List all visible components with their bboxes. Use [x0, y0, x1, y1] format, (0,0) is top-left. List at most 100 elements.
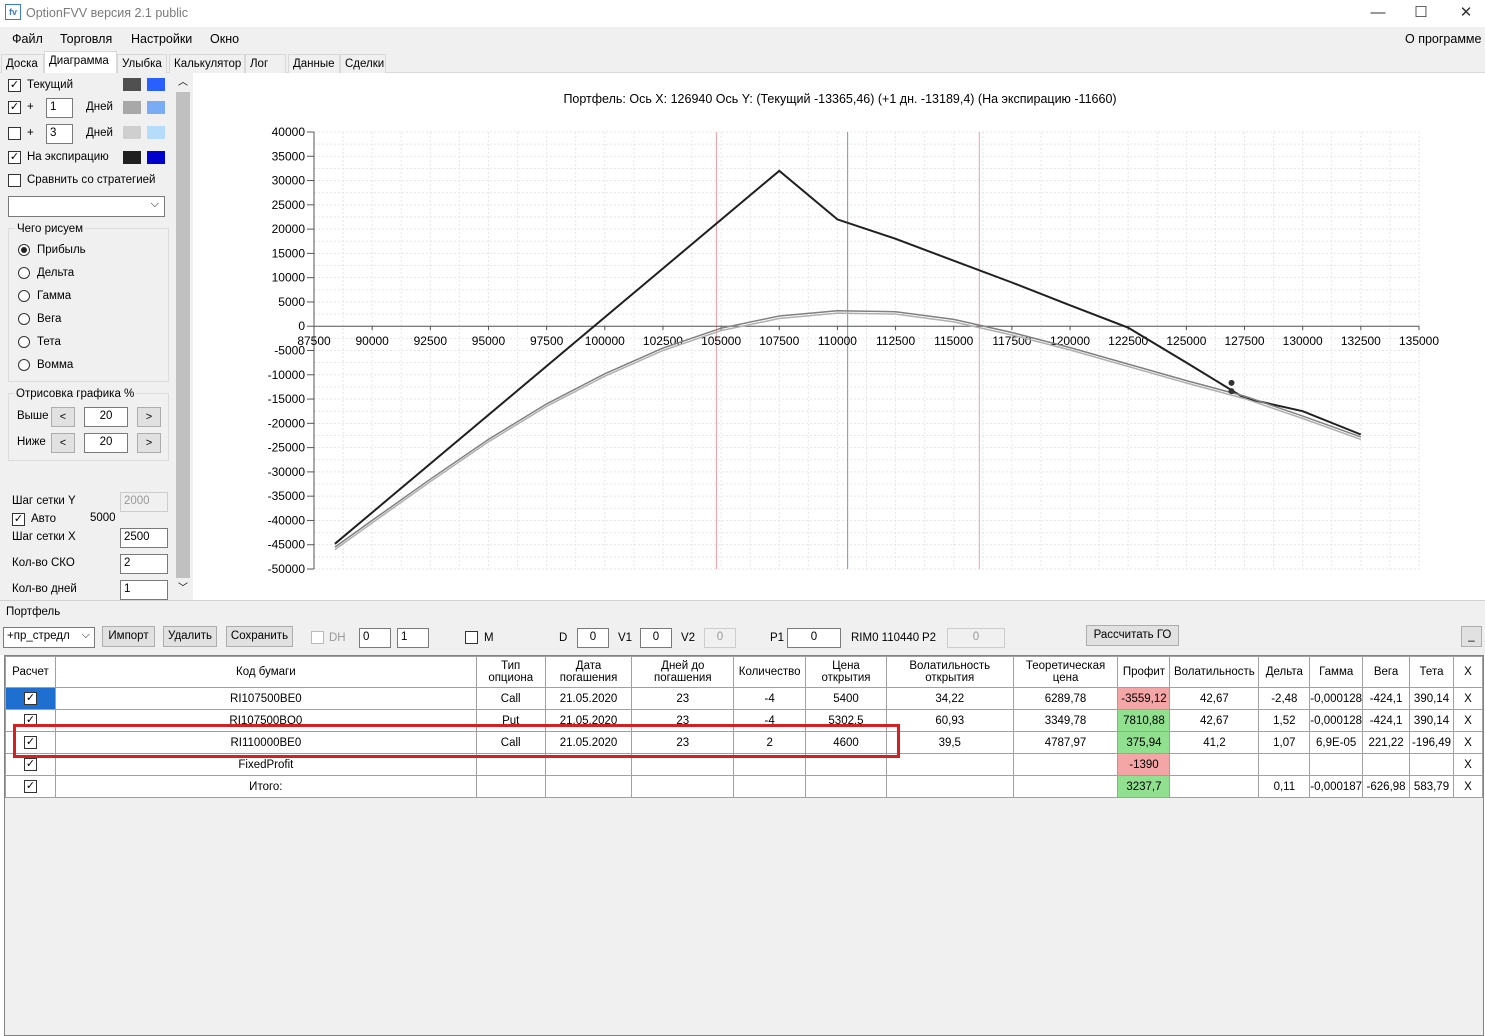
menu-file[interactable]: Файл: [12, 32, 43, 46]
strategy-compare-dropdown[interactable]: ⌵: [8, 196, 165, 217]
tab-diagram[interactable]: Диаграмма: [44, 51, 117, 74]
days-count-input[interactable]: 1: [120, 580, 168, 600]
sko-input[interactable]: 2: [120, 554, 168, 574]
calc-checkbox-cell[interactable]: ✓: [5, 753, 56, 776]
radio-gamma[interactable]: [18, 290, 30, 302]
expiry-alt-color-swatch[interactable]: [147, 151, 165, 164]
column-header[interactable]: Цена открытия: [805, 656, 887, 688]
current-alt-color-swatch[interactable]: [147, 78, 165, 91]
remove-row-button[interactable]: X: [1453, 687, 1483, 710]
table-row[interactable]: ✓ FixedProfit -1390 X: [5, 753, 1483, 776]
menu-about[interactable]: О программе: [1405, 32, 1481, 46]
tab-calculator[interactable]: Калькулятор: [169, 54, 245, 73]
p1-input[interactable]: 0: [787, 628, 841, 648]
tab-log[interactable]: Лог: [245, 54, 286, 73]
column-header[interactable]: Дельта: [1258, 656, 1311, 688]
tab-board[interactable]: Доска: [1, 54, 44, 73]
column-header[interactable]: Количество: [733, 656, 807, 688]
calc-checkbox-cell[interactable]: ✓: [5, 709, 56, 732]
dh-spinner-a[interactable]: 0: [359, 628, 391, 648]
plus3-color-swatch[interactable]: [123, 126, 141, 139]
calc-checkbox[interactable]: ✓: [23, 758, 37, 771]
above-input[interactable]: 20: [84, 407, 128, 427]
radio-profit[interactable]: [18, 244, 30, 256]
plus1-color-swatch[interactable]: [123, 101, 141, 114]
expiry-color-swatch[interactable]: [123, 151, 141, 164]
table-row[interactable]: ✓ RI107500BE0 Call 21.05.2020 23 -4 5400 34,22 6…: [5, 687, 1483, 710]
auto-checkbox[interactable]: ✓: [12, 513, 25, 526]
minimize-button[interactable]: —: [1355, 0, 1401, 27]
plus1-checkbox[interactable]: ✓: [8, 101, 21, 114]
above-decrease-button[interactable]: <: [51, 407, 75, 427]
strategy-dropdown[interactable]: +пр_стредл ⌵: [3, 627, 95, 648]
scroll-up-arrow-icon[interactable]: ︿: [175, 75, 191, 91]
menu-trading[interactable]: Торговля: [60, 32, 112, 46]
maximize-button[interactable]: ☐: [1398, 0, 1444, 27]
calc-checkbox-cell[interactable]: ✓: [5, 687, 56, 710]
tab-deals[interactable]: Сделки: [340, 54, 386, 73]
plus1-alt-color-swatch[interactable]: [147, 101, 165, 114]
compare-checkbox[interactable]: [8, 174, 21, 187]
radio-delta[interactable]: [18, 267, 30, 279]
minimize-panel-button[interactable]: _: [1461, 626, 1482, 647]
v1-input[interactable]: 0: [640, 628, 672, 648]
below-increase-button[interactable]: >: [137, 433, 161, 453]
column-header[interactable]: Теоретическая цена: [1012, 656, 1119, 688]
column-header[interactable]: Тета: [1409, 656, 1454, 688]
m-checkbox[interactable]: [465, 631, 478, 644]
dh-checkbox[interactable]: [311, 631, 324, 644]
column-header[interactable]: Код бумаги: [54, 656, 477, 688]
scroll-thumb[interactable]: [176, 92, 190, 578]
current-color-swatch[interactable]: [123, 78, 141, 91]
calc-checkbox[interactable]: ✓: [23, 780, 37, 793]
grid-y-input[interactable]: 2000: [120, 492, 168, 512]
expiry-checkbox[interactable]: ✓: [8, 151, 21, 164]
left-panel-scrollbar[interactable]: ︿ ﹀: [175, 75, 191, 599]
p2-input[interactable]: 0: [947, 628, 1005, 648]
calc-checkbox-cell[interactable]: ✓: [5, 775, 56, 798]
table-row[interactable]: ✓ RI110000BE0 Call 21.05.2020 23 2 4600 39,5 478…: [5, 731, 1483, 754]
plus3-checkbox[interactable]: [8, 127, 21, 140]
remove-row-button[interactable]: X: [1453, 731, 1483, 754]
scroll-down-arrow-icon[interactable]: ﹀: [175, 581, 191, 597]
close-button[interactable]: ✕: [1443, 0, 1485, 27]
column-header[interactable]: Вега: [1362, 656, 1411, 688]
calc-checkbox[interactable]: ✓: [23, 736, 37, 749]
tab-data[interactable]: Данные: [288, 54, 340, 73]
calc-checkbox[interactable]: ✓: [23, 692, 37, 705]
column-header[interactable]: Дата погашения: [544, 656, 633, 688]
above-increase-button[interactable]: >: [137, 407, 161, 427]
column-header[interactable]: Гамма: [1309, 656, 1364, 688]
plus1-days-input[interactable]: 1: [46, 98, 73, 118]
delete-button[interactable]: Удалить: [163, 626, 217, 647]
plus3-alt-color-swatch[interactable]: [147, 126, 165, 139]
calculate-go-button[interactable]: Рассчитать ГО: [1086, 625, 1179, 646]
v2-input[interactable]: 0: [704, 628, 736, 648]
column-header[interactable]: X: [1453, 656, 1483, 688]
column-header[interactable]: Расчет: [5, 656, 56, 688]
current-checkbox[interactable]: ✓: [8, 79, 21, 92]
column-header[interactable]: Волатильность открытия: [885, 656, 1014, 688]
payoff-chart[interactable]: Портфель: Ось X: 126940 Ось Y: (Текущий …: [193, 73, 1485, 600]
dh-spinner-b[interactable]: 1: [397, 628, 429, 648]
table-row[interactable]: ✓ RI107500BQ0 Put 21.05.2020 23 -4 5302,5 60,93…: [5, 709, 1483, 732]
plus3-days-input[interactable]: 3: [46, 124, 73, 144]
calc-checkbox-cell[interactable]: ✓: [5, 731, 56, 754]
remove-row-button[interactable]: X: [1453, 753, 1483, 776]
column-header[interactable]: Профит: [1117, 656, 1171, 688]
calc-checkbox[interactable]: ✓: [23, 714, 37, 727]
menu-window[interactable]: Окно: [210, 32, 239, 46]
column-header[interactable]: Волатильность: [1169, 656, 1260, 688]
radio-vomma[interactable]: [18, 359, 30, 371]
radio-theta[interactable]: [18, 336, 30, 348]
column-header[interactable]: Тип опциона: [475, 656, 546, 688]
save-button[interactable]: Сохранить: [226, 626, 293, 647]
table-row[interactable]: ✓ Итого: 3237,7 0,11 -0,000187 -626,98 583,79 X: [5, 775, 1483, 798]
below-input[interactable]: 20: [84, 433, 128, 453]
grid-x-input[interactable]: 2500: [120, 528, 168, 548]
import-button[interactable]: Импорт: [102, 626, 155, 647]
tab-smile[interactable]: Улыбка: [117, 54, 167, 73]
menu-settings[interactable]: Настройки: [131, 32, 192, 46]
below-decrease-button[interactable]: <: [51, 433, 75, 453]
remove-row-button[interactable]: X: [1453, 709, 1483, 732]
